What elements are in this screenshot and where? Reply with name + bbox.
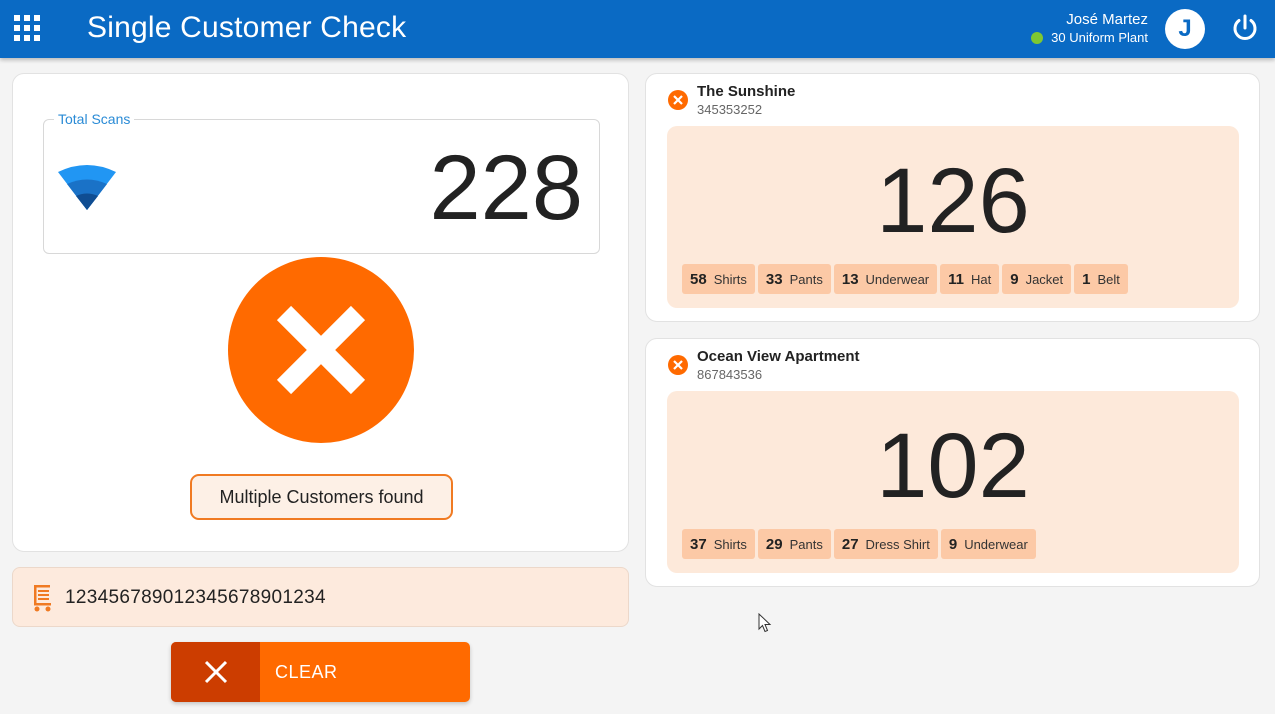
avatar[interactable]: J bbox=[1165, 9, 1205, 49]
close-circle-icon bbox=[227, 256, 415, 444]
customer-card: Ocean View Apartment 867843536 102 37 Shi… bbox=[645, 338, 1260, 587]
item-qty: 58 bbox=[690, 270, 707, 288]
customer-count: 126 bbox=[876, 150, 1030, 252]
page-title: Single Customer Check bbox=[87, 11, 407, 44]
barcode-value: 1234567890123456789​01234 bbox=[65, 587, 326, 608]
item-label: Shirts bbox=[713, 271, 747, 287]
item-chips: 37 Shirts 29 Pants 27 Dress Shirt 9 Underwea… bbox=[682, 529, 1036, 559]
customer-count-panel: 126 58 Shirts 33 Pants 13 Underwear 11 Hat 9… bbox=[667, 126, 1239, 308]
plant-name: 30 Uniform Plant bbox=[1051, 30, 1148, 45]
barcode-bar: 1234567890123456789​01234 bbox=[12, 567, 629, 627]
customer-count: 102 bbox=[876, 415, 1030, 517]
item-label: Underwear bbox=[865, 271, 930, 287]
item-chip: 58 Shirts bbox=[682, 264, 755, 294]
total-scans-box: Total Scans 228 bbox=[43, 111, 600, 254]
item-qty: 9 bbox=[1010, 270, 1019, 288]
customer-name: The Sunshine bbox=[697, 83, 796, 100]
item-chip: 13 Underwear bbox=[833, 264, 938, 294]
clear-label: CLEAR bbox=[275, 662, 338, 682]
item-label: Hat bbox=[971, 271, 992, 287]
item-qty: 13 bbox=[841, 270, 859, 288]
item-label: Underwear bbox=[964, 536, 1028, 552]
item-label: Dress Shirt bbox=[865, 536, 930, 552]
item-qty: 37 bbox=[690, 535, 707, 553]
item-chip: 9 Jacket bbox=[1002, 264, 1072, 294]
customer-card: The Sunshine 345353252 126 58 Shirts 33 Pa… bbox=[645, 73, 1260, 322]
total-scans-value: 228 bbox=[429, 137, 584, 239]
multiple-customers-button[interactable]: Multiple Customers found bbox=[190, 474, 453, 520]
item-chip: 11 Hat bbox=[940, 264, 1000, 294]
scan-status-card: Total Scans 228 Multiple Customers found bbox=[12, 73, 629, 552]
mouse-cursor-icon bbox=[758, 612, 772, 633]
item-qty: 27 bbox=[841, 535, 859, 553]
item-qty: 1 bbox=[1082, 270, 1091, 288]
close-circle-icon[interactable] bbox=[668, 90, 688, 110]
item-label: Pants bbox=[789, 271, 823, 287]
cart-icon bbox=[31, 584, 53, 612]
app-bar: Single Customer Check José Martez 30 Uni… bbox=[0, 0, 1275, 58]
customer-count-panel: 102 37 Shirts 29 Pants 27 Dress Shirt 9 Unde… bbox=[667, 391, 1239, 573]
item-chip: 1 Belt bbox=[1074, 264, 1128, 294]
item-label: Belt bbox=[1097, 271, 1120, 287]
customer-name: Ocean View Apartment bbox=[697, 348, 860, 365]
power-icon[interactable] bbox=[1229, 12, 1261, 44]
item-label: Pants bbox=[789, 536, 823, 552]
customer-id: 345353252 bbox=[697, 102, 763, 117]
item-qty: 11 bbox=[948, 270, 964, 288]
online-status-dot bbox=[1031, 31, 1044, 44]
plant-info: 30 Uniform Plant bbox=[1031, 30, 1148, 45]
rfid-signal-icon bbox=[58, 164, 116, 212]
item-chip: 9 Underwear bbox=[940, 529, 1036, 559]
item-label: Jacket bbox=[1025, 271, 1064, 287]
item-chip: 27 Dress Shirt bbox=[833, 529, 938, 559]
close-icon bbox=[171, 642, 260, 702]
item-label: Shirts bbox=[713, 536, 747, 552]
total-scans-label: Total Scans bbox=[54, 111, 135, 127]
clear-button[interactable]: CLEAR bbox=[171, 642, 470, 702]
item-chip: 29 Pants bbox=[757, 529, 831, 559]
grid-apps-icon[interactable] bbox=[14, 15, 40, 41]
item-qty: 29 bbox=[765, 535, 783, 553]
item-chips: 58 Shirts 33 Pants 13 Underwear 11 Hat 9 Jack… bbox=[682, 264, 1128, 294]
customer-id: 867843536 bbox=[697, 367, 763, 382]
item-qty: 9 bbox=[948, 535, 958, 553]
user-name: José Martez bbox=[1066, 11, 1148, 28]
item-chip: 37 Shirts bbox=[682, 529, 755, 559]
item-qty: 33 bbox=[765, 270, 783, 288]
close-circle-icon[interactable] bbox=[668, 355, 688, 375]
item-chip: 33 Pants bbox=[757, 264, 831, 294]
